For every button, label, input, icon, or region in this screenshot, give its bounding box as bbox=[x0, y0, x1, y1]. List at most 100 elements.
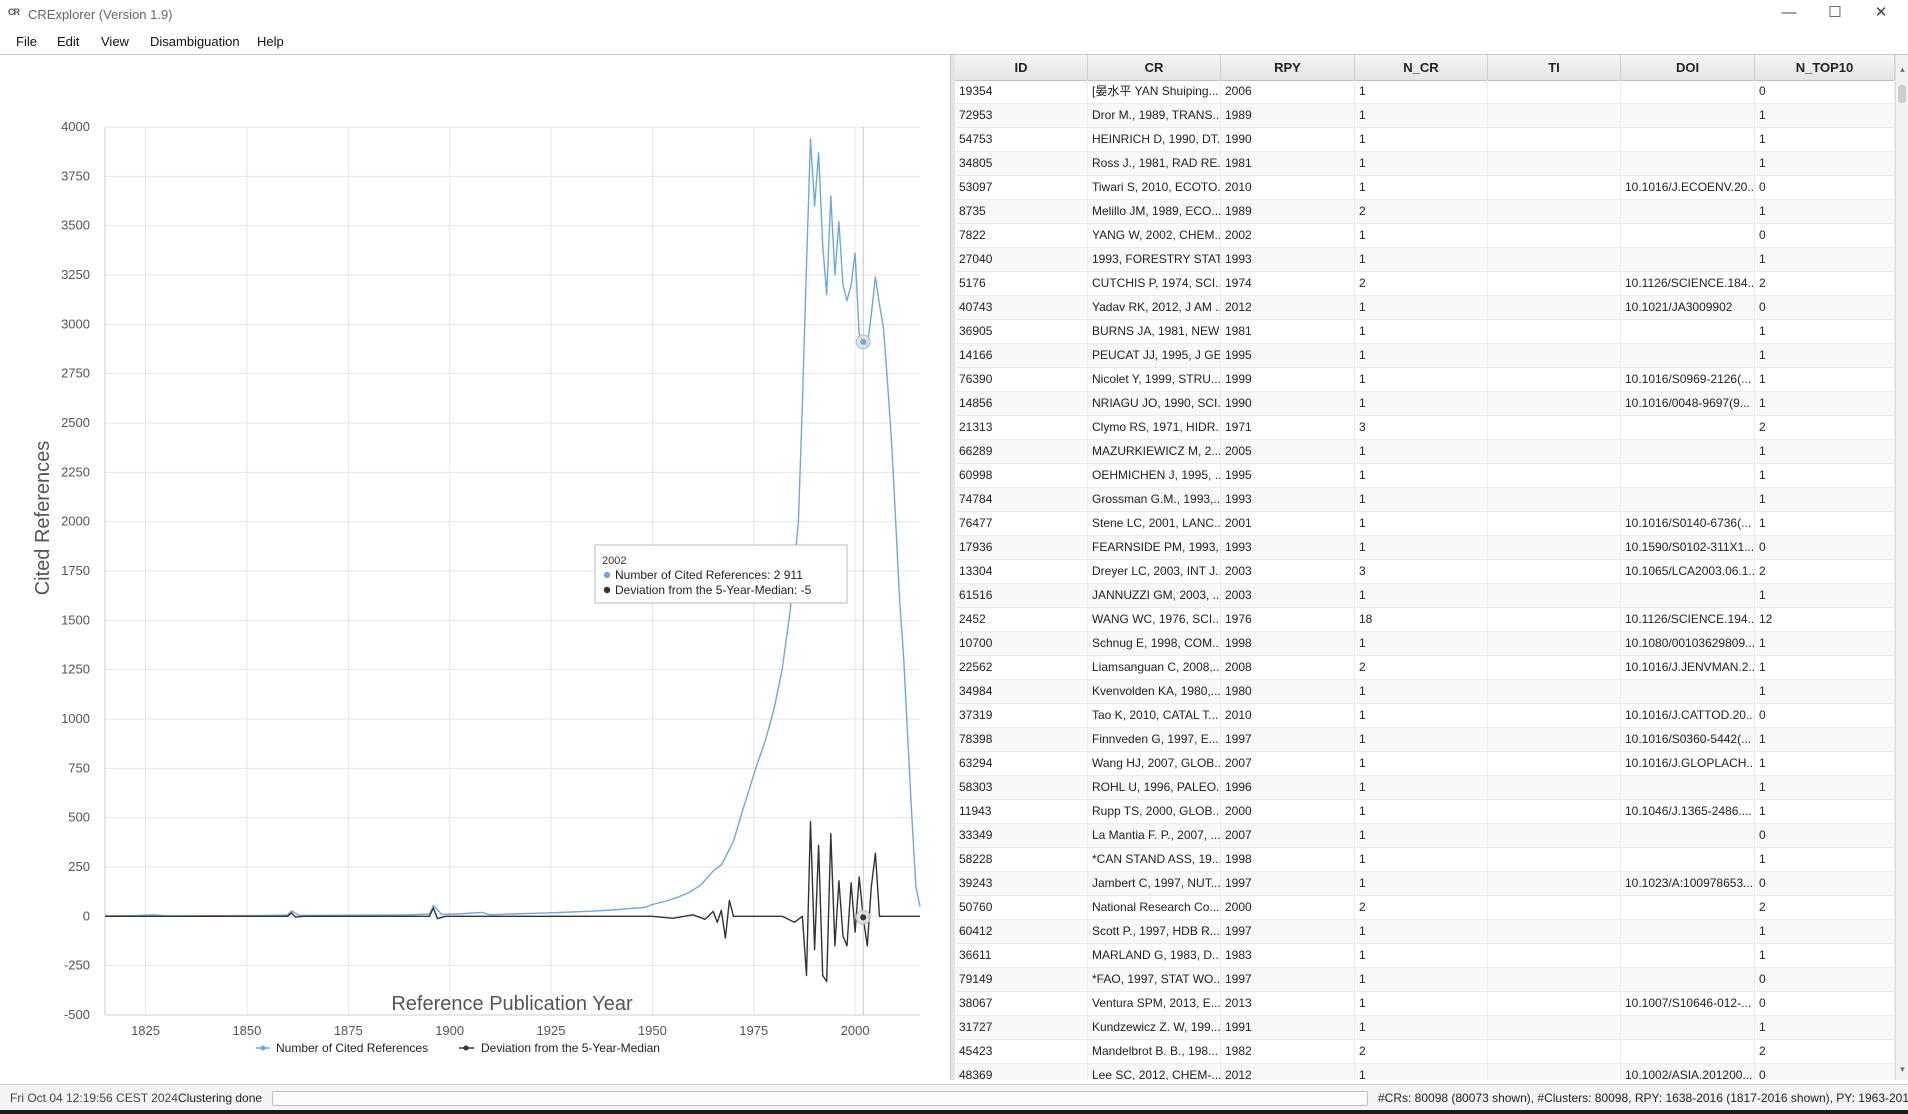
table-row[interactable]: 17936 FEARNSIDE PM, 1993,... 1993 1 10.1590/… bbox=[955, 536, 1895, 560]
column-header-doi[interactable]: DOI bbox=[1621, 55, 1755, 80]
y-tick-label: 4000 bbox=[61, 119, 90, 134]
column-header-rpy[interactable]: RPY bbox=[1221, 55, 1355, 80]
table-row[interactable]: 31727 Kundzewicz Z. W, 199... 1991 1 1 bbox=[955, 1016, 1895, 1040]
menu-disambiguation[interactable]: Disambiguation bbox=[150, 34, 240, 49]
x-tick-label: 1975 bbox=[739, 1023, 768, 1038]
scroll-down-arrow-icon[interactable]: ▼ bbox=[1896, 1063, 1908, 1077]
cell-id: 39243 bbox=[955, 872, 1088, 895]
table-row[interactable]: 39243 Jambert C, 1997, NUT... 1997 1 10.1023… bbox=[955, 872, 1895, 896]
table-row[interactable]: 66289 MAZURKIEWICZ M, 2... 2005 1 1 bbox=[955, 440, 1895, 464]
cell-n-cr: 1 bbox=[1355, 992, 1488, 1015]
table-row[interactable]: 33349 La Mantia F. P., 2007, ... 2007 1 0 bbox=[955, 824, 1895, 848]
column-header-id[interactable]: ID bbox=[955, 55, 1088, 80]
legend-series2-label[interactable]: Deviation from the 5-Year-Median bbox=[481, 1041, 660, 1055]
table-row[interactable]: 76390 Nicolet Y, 1999, STRU... 1999 1 10.101… bbox=[955, 368, 1895, 392]
table-row[interactable]: 40743 Yadav RK, 2012, J AM ... 2012 1 10.102… bbox=[955, 296, 1895, 320]
cited-references-chart[interactable]: 4000375035003250300027502500225020001750… bbox=[0, 55, 952, 1080]
table-row[interactable]: 45423 Mandelbrot B. B., 198... 1982 2 2 bbox=[955, 1040, 1895, 1064]
y-tick-label: 3500 bbox=[61, 218, 90, 233]
cell-doi: 10.1016/S0140-6736(... bbox=[1621, 512, 1755, 535]
table-row[interactable]: 10700 Schnug E, 1998, COM... 1998 1 10.1080/… bbox=[955, 632, 1895, 656]
table-row[interactable]: 11943 Rupp TS, 2000, GLOB... 2000 1 10.1046/… bbox=[955, 800, 1895, 824]
table-row[interactable]: 2452 WANG WC, 1976, SCI... 1976 18 10.1126/S… bbox=[955, 608, 1895, 632]
table-row[interactable]: 54753 HEINRICH D, 1990, DT... 1990 1 1 bbox=[955, 128, 1895, 152]
table-row[interactable]: 74784 Grossman G.M., 1993,... 1993 1 1 bbox=[955, 488, 1895, 512]
maximize-button[interactable]: ☐ bbox=[1812, 0, 1858, 28]
cell-n-cr: 1 bbox=[1355, 248, 1488, 271]
cell-n-cr: 1 bbox=[1355, 344, 1488, 367]
cell-cr: Nicolet Y, 1999, STRU... bbox=[1088, 368, 1221, 391]
close-button[interactable]: ✕ bbox=[1858, 0, 1904, 28]
cell-doi: 10.1002/ASIA.201200... bbox=[1621, 1064, 1755, 1080]
progress-bar bbox=[272, 1091, 1368, 1106]
cell-id: 72953 bbox=[955, 104, 1088, 127]
table-row[interactable]: 72953 Dror M., 1989, TRANS... 1989 1 1 bbox=[955, 104, 1895, 128]
table-row[interactable]: 78398 Finnveden G, 1997, E... 1997 1 10.1016… bbox=[955, 728, 1895, 752]
cell-rpy: 1997 bbox=[1221, 728, 1355, 751]
cell-n-top10: 1 bbox=[1755, 344, 1895, 367]
table-row[interactable]: 76477 Stene LC, 2001, LANC... 2001 1 10.1016… bbox=[955, 512, 1895, 536]
cell-ti bbox=[1488, 200, 1621, 223]
table-row[interactable]: 5176 CUTCHIS P, 1974, SCI... 1974 2 10.1126/… bbox=[955, 272, 1895, 296]
menu-help[interactable]: Help bbox=[257, 34, 284, 49]
cell-doi bbox=[1621, 200, 1755, 223]
cell-ti bbox=[1488, 824, 1621, 847]
column-header-ti[interactable]: TI bbox=[1488, 55, 1621, 80]
table-row[interactable]: 27040 1993, FORESTRY STAT... 1993 1 1 bbox=[955, 248, 1895, 272]
cell-ti bbox=[1488, 152, 1621, 175]
menu-edit[interactable]: Edit bbox=[57, 34, 79, 49]
cell-n-top10: 1 bbox=[1755, 920, 1895, 943]
table-row[interactable]: 58228 *CAN STAND ASS, 19... 1998 1 1 bbox=[955, 848, 1895, 872]
table-row[interactable]: 36905 BURNS JA, 1981, NEW... 1981 1 1 bbox=[955, 320, 1895, 344]
cell-n-cr: 1 bbox=[1355, 800, 1488, 823]
column-header-n-cr[interactable]: N_CR bbox=[1355, 55, 1488, 80]
table-row[interactable]: 7822 YANG W, 2002, CHEM... 2002 1 0 bbox=[955, 224, 1895, 248]
cell-id: 10700 bbox=[955, 632, 1088, 655]
cell-n-cr: 1 bbox=[1355, 464, 1488, 487]
legend-series1-marker bbox=[260, 1045, 266, 1051]
cell-cr: Jambert C, 1997, NUT... bbox=[1088, 872, 1221, 895]
tooltip-series2-value: Deviation from the 5-Year-Median: -5 bbox=[615, 583, 812, 597]
table-row[interactable]: 50760 National Research Co... 2000 2 2 bbox=[955, 896, 1895, 920]
table-row[interactable]: 34984 Kvenvolden KA, 1980,... 1980 1 1 bbox=[955, 680, 1895, 704]
table-row[interactable]: 37319 Tao K, 2010, CATAL T... 2010 1 10.1016… bbox=[955, 704, 1895, 728]
scroll-up-arrow-icon[interactable]: ▲ bbox=[1896, 63, 1908, 77]
column-header-cr[interactable]: CR bbox=[1088, 55, 1221, 80]
table-row[interactable]: 48369 Lee SC, 2012, CHEM-... 2012 1 10.1002/… bbox=[955, 1064, 1895, 1080]
table-row[interactable]: 38067 Ventura SPM, 2013, E... 2013 1 10.1007… bbox=[955, 992, 1895, 1016]
x-tick-label: 1825 bbox=[131, 1023, 160, 1038]
table-row[interactable]: 22562 Liamsanguan C, 2008,... 2008 2 10.1016… bbox=[955, 656, 1895, 680]
table-row[interactable]: 79149 *FAO, 1997, STAT WO... 1997 1 0 bbox=[955, 968, 1895, 992]
table-row[interactable]: 61516 JANNUZZI GM, 2003, ... 2003 1 1 bbox=[955, 584, 1895, 608]
table-row[interactable]: 14856 NRIAGU JO, 1990, SCI... 1990 1 10.1016… bbox=[955, 392, 1895, 416]
cell-ti bbox=[1488, 560, 1621, 583]
table-row[interactable]: 21313 Clymo RS, 1971, HIDR... 1971 3 2 bbox=[955, 416, 1895, 440]
x-tick-label: 1850 bbox=[232, 1023, 261, 1038]
table-row[interactable]: 19354 [晏水平 YAN Shuiping... 2006 1 0 bbox=[955, 80, 1895, 104]
table-row[interactable]: 53097 Tiwari S, 2010, ECOTO... 2010 1 10.101… bbox=[955, 176, 1895, 200]
table-row[interactable]: 60998 OEHMICHEN J, 1995, ... 1995 1 1 bbox=[955, 464, 1895, 488]
cell-n-cr: 3 bbox=[1355, 416, 1488, 439]
menu-view[interactable]: View bbox=[101, 34, 129, 49]
menu-file[interactable]: File bbox=[16, 34, 37, 49]
legend-series1-label[interactable]: Number of Cited References bbox=[276, 1041, 428, 1055]
table-row[interactable]: 60412 Scott P., 1997, HDB R... 1997 1 1 bbox=[955, 920, 1895, 944]
cell-rpy: 2012 bbox=[1221, 1064, 1355, 1080]
cr-table: ID CR RPY N_CR TI DOI N_TOP10 19354 [晏水平 … bbox=[955, 55, 1908, 1080]
table-row[interactable]: 58303 ROHL U, 1996, PALEO... 1996 1 1 bbox=[955, 776, 1895, 800]
y-tick-label: 3250 bbox=[61, 267, 90, 282]
cell-rpy: 2010 bbox=[1221, 704, 1355, 727]
table-row[interactable]: 14166 PEUCAT JJ, 1995, J GE... 1995 1 1 bbox=[955, 344, 1895, 368]
y-tick-label: 1250 bbox=[61, 662, 90, 677]
table-vertical-scrollbar[interactable]: ▲ ▼ bbox=[1895, 55, 1908, 1080]
table-row[interactable]: 34805 Ross J., 1981, RAD RE... 1981 1 1 bbox=[955, 152, 1895, 176]
column-header-n-top10[interactable]: N_TOP10 bbox=[1755, 55, 1895, 80]
table-row[interactable]: 36611 MARLAND G, 1983, D... 1983 1 1 bbox=[955, 944, 1895, 968]
table-row[interactable]: 8735 Melillo JM, 1989, ECO... 1989 2 1 bbox=[955, 200, 1895, 224]
cell-cr: OEHMICHEN J, 1995, ... bbox=[1088, 464, 1221, 487]
cell-rpy: 2010 bbox=[1221, 176, 1355, 199]
minimize-button[interactable]: — bbox=[1766, 0, 1812, 28]
table-row[interactable]: 63294 Wang HJ, 2007, GLOB... 2007 1 10.1016/… bbox=[955, 752, 1895, 776]
scrollbar-thumb[interactable] bbox=[1898, 85, 1906, 103]
table-row[interactable]: 13304 Dreyer LC, 2003, INT J... 2003 3 10.10… bbox=[955, 560, 1895, 584]
